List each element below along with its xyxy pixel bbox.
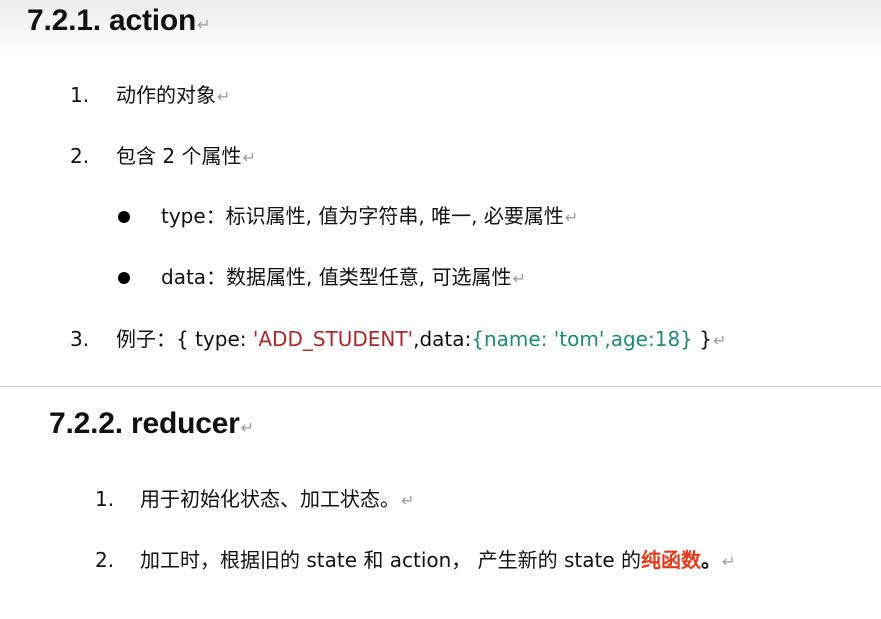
paragraph-mark-icon: ↵ (242, 148, 256, 167)
section-title: 7.2.2. reducer (49, 407, 240, 440)
type-string-value: 'ADD_STUDENT' (252, 327, 414, 351)
paragraph-mark-icon: ↵ (197, 17, 211, 34)
list-item: 动作的对象↵ (116, 83, 231, 107)
paragraph-mark-icon: ↵ (401, 491, 415, 510)
list-number: 1. (70, 83, 90, 107)
data-object-value: {name: 'tom',age:18} (471, 327, 693, 351)
paragraph-mark-icon: ↵ (712, 331, 727, 350)
bullet-icon (118, 272, 130, 284)
list-number: 1. (95, 487, 115, 511)
list-item: 包含 2 个属性↵ (116, 144, 256, 168)
property-key: data (161, 265, 207, 289)
list-number: 3. (70, 327, 90, 351)
bullet-item: data：数据属性, 值类型任意, 可选属性↵ (161, 265, 526, 289)
list-item: 用于初始化状态、加工状态。↵ (140, 487, 415, 511)
paragraph-mark-icon: ↵ (564, 208, 579, 227)
bullet-icon (118, 211, 130, 223)
section-heading-reducer: 7.2.2. reducer↵ (49, 407, 254, 441)
paragraph-mark-icon: ↵ (512, 269, 526, 288)
paragraph-mark-icon: ↵ (240, 420, 254, 437)
section-heading-action: 7.2.1. action↵ (27, 4, 211, 38)
section-title: 7.2.1. action (27, 4, 197, 37)
list-number: 2. (95, 548, 115, 572)
section-divider (0, 386, 881, 387)
property-key: type (161, 204, 206, 228)
list-number: 2. (70, 144, 90, 168)
emphasis-text: 纯函数 (641, 548, 702, 572)
example-line: 例子：{ type: 'ADD_STUDENT',data:{name: 'to… (116, 327, 727, 351)
list-item: 加工时，根据旧的 state 和 action， 产生新的 state 的纯函数… (140, 548, 736, 572)
paragraph-mark-icon: ↵ (217, 87, 231, 106)
bullet-item: type：标识属性, 值为字符串, 唯一, 必要属性↵ (161, 204, 579, 228)
paragraph-mark-icon: ↵ (722, 552, 736, 571)
